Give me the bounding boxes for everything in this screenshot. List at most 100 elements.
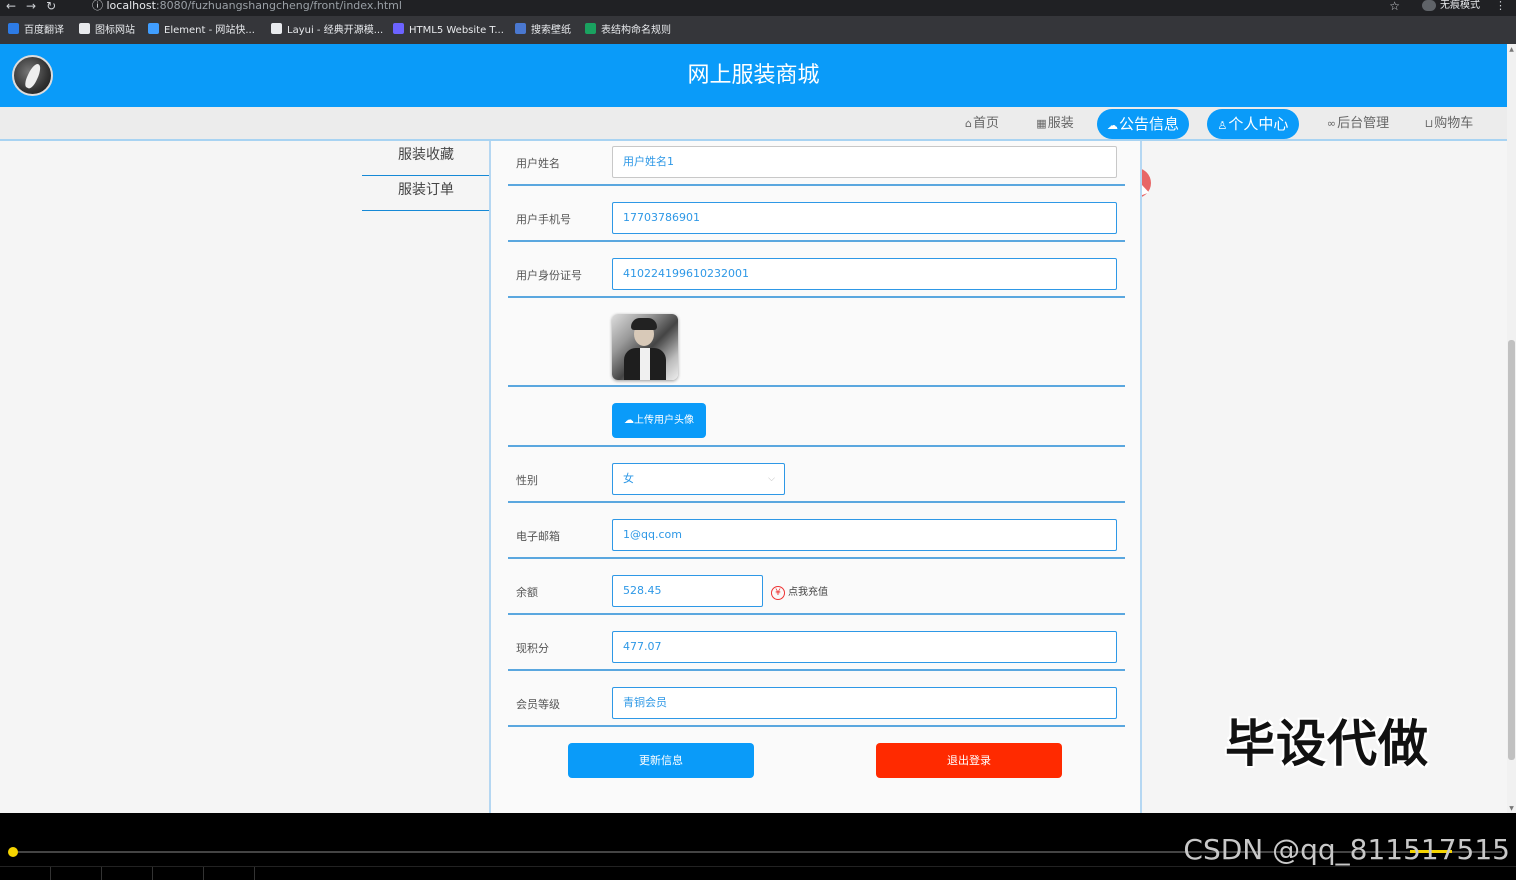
incognito-icon	[1422, 0, 1436, 11]
browser-menu-icon[interactable]: ⋮	[1495, 0, 1506, 11]
upload-avatar-label: 上传用户头像	[634, 415, 694, 426]
nav-home-label: 首页	[972, 116, 999, 131]
bookmark-item[interactable]: 表结构命名规则	[585, 23, 671, 37]
avatar-hair	[631, 318, 657, 330]
page-viewport: 网上服装商城 ⌂首页 ▦服装 ☁公告信息 ♙个人中心 ∞后台管理 ⊔购物车 服装…	[0, 44, 1507, 813]
bookmark-label: Element - 网站快...	[164, 25, 255, 36]
bookmark-icon	[393, 23, 404, 34]
bookmark-item[interactable]: HTML5 Website T...	[393, 23, 504, 37]
form-row-points: 现积分 477.07	[508, 615, 1125, 671]
incognito-badge[interactable]: 无痕模式	[1422, 0, 1480, 11]
nav-clothes-label: 服装	[1047, 116, 1074, 131]
bookmark-label: 图标网站	[95, 25, 135, 36]
chevron-down-icon: ⌵	[768, 474, 775, 484]
upload-avatar-button[interactable]: ☁上传用户头像	[612, 403, 706, 438]
scroll-up-icon[interactable]: ▲	[1508, 46, 1515, 53]
nav-announcements-label: 公告信息	[1118, 115, 1179, 133]
user-icon: ♙	[1217, 119, 1228, 132]
email-label: 电子邮箱	[516, 530, 560, 543]
side-menu-orders[interactable]: 服装订单	[362, 176, 490, 211]
form-row-level: 会员等级 青铜会员	[508, 671, 1125, 727]
form-row-balance: 余额 528.45 ¥ 点我充值	[508, 559, 1125, 615]
browser-address-bar: ←→↻ ⓘ localhost:8080/fuzhuangshangcheng/…	[0, 0, 1516, 16]
bookmark-icon	[148, 23, 159, 34]
points-label: 现积分	[516, 642, 549, 655]
incognito-label: 无痕模式	[1440, 0, 1480, 11]
balance-label: 余额	[516, 586, 538, 599]
bookmark-icon	[515, 23, 526, 34]
link-icon: ∞	[1326, 117, 1337, 130]
page-scrollbar[interactable]: ▲ ▼	[1507, 44, 1516, 813]
bookmark-label: Layui - 经典开源模...	[287, 25, 384, 36]
recharge-link[interactable]: ¥ 点我充值	[771, 583, 828, 600]
bookmark-icon	[585, 23, 596, 34]
bookmark-label: 搜索壁纸	[531, 25, 571, 36]
site-header: 网上服装商城	[0, 44, 1507, 107]
bookmark-label: HTML5 Website T...	[409, 25, 504, 36]
bookmark-icon	[271, 23, 282, 34]
gender-select[interactable]: 女 ⌵	[612, 463, 785, 495]
email-field[interactable]: 1@qq.com	[612, 519, 1117, 551]
bookmark-item[interactable]: 百度翻译	[8, 23, 64, 37]
bookmark-item[interactable]: 图标网站	[79, 23, 135, 37]
form-row-phone: 用户手机号 17703786901	[508, 186, 1125, 242]
profile-form: 用户姓名 用户姓名1 用户手机号 17703786901 用户身份证号 4102…	[489, 141, 1142, 813]
site-title: 网上服装商城	[687, 63, 820, 88]
nav-admin-label: 后台管理	[1337, 116, 1390, 131]
csdn-watermark: CSDN @qq_811517515	[1183, 833, 1510, 866]
clothes-icon: ▦	[1036, 117, 1047, 130]
bookmark-star-icon[interactable]: ☆	[1389, 0, 1400, 12]
cart-icon: ⊔	[1424, 117, 1434, 130]
bookmark-item[interactable]: Element - 网站快...	[148, 23, 255, 37]
nav-clothes[interactable]: ▦服装	[1031, 109, 1079, 139]
logout-button[interactable]: 退出登录	[876, 743, 1062, 778]
side-menu: 服装收藏 服装订单	[362, 141, 490, 211]
video-progress-knob[interactable]	[8, 847, 18, 857]
yen-icon: ¥	[771, 586, 785, 600]
nav-personal-center-label: 个人中心	[1228, 115, 1289, 133]
announcement-icon: ☁	[1106, 119, 1118, 132]
strip-divider	[101, 867, 102, 880]
side-menu-favorites[interactable]: 服装收藏	[362, 141, 490, 176]
form-row-avatar	[508, 298, 1125, 387]
bookmark-label: 百度翻译	[24, 25, 64, 36]
idcard-label: 用户身份证号	[516, 269, 582, 282]
balance-field[interactable]: 528.45	[612, 575, 763, 607]
nav-admin[interactable]: ∞后台管理	[1320, 109, 1396, 139]
scroll-down-icon[interactable]: ▼	[1508, 805, 1515, 812]
username-field[interactable]: 用户姓名1	[612, 146, 1117, 178]
update-info-button[interactable]: 更新信息	[568, 743, 754, 778]
idcard-field[interactable]: 410224199610232001	[612, 258, 1117, 290]
bookmark-icon	[79, 23, 90, 34]
nav-cart[interactable]: ⊔购物车	[1418, 109, 1480, 139]
avatar-shirt	[640, 348, 650, 380]
bookmarks-bar: 百度翻译 图标网站 Element - 网站快... Layui - 经典开源模…	[0, 16, 1516, 44]
browser-nav-icons[interactable]: ←→↻	[6, 0, 66, 12]
strip-divider	[152, 867, 153, 880]
url-field[interactable]: ⓘ localhost:8080/fuzhuangshangcheng/fron…	[92, 0, 402, 11]
bookmark-icon	[8, 23, 19, 34]
gender-value: 女	[623, 472, 634, 485]
bookmark-item[interactable]: 搜索壁纸	[515, 23, 571, 37]
nav-home[interactable]: ⌂首页	[957, 109, 1007, 139]
form-row-idcard: 用户身份证号 410224199610232001	[508, 242, 1125, 298]
form-row-gender: 性别 女 ⌵	[508, 447, 1125, 503]
url-path: :8080/fuzhuangshangcheng/front/index.htm…	[155, 0, 402, 12]
form-row-email: 电子邮箱 1@qq.com	[508, 503, 1125, 559]
username-label: 用户姓名	[516, 157, 560, 170]
phone-field[interactable]: 17703786901	[612, 202, 1117, 234]
form-row-upload: ☁上传用户头像	[508, 387, 1125, 447]
url-host: localhost	[106, 0, 156, 12]
gender-label: 性别	[516, 474, 538, 487]
main-nav: ⌂首页 ▦服装 ☁公告信息 ♙个人中心 ∞后台管理 ⊔购物车	[0, 107, 1507, 198]
strip-divider	[203, 867, 204, 880]
scrollbar-thumb[interactable]	[1508, 340, 1515, 760]
bookmark-item[interactable]: Layui - 经典开源模...	[271, 23, 383, 37]
level-field[interactable]: 青铜会员	[612, 687, 1117, 719]
nav-personal-center[interactable]: ♙个人中心	[1207, 109, 1299, 139]
level-label: 会员等级	[516, 698, 560, 711]
nav-announcements[interactable]: ☁公告信息	[1097, 109, 1189, 139]
video-thumbnail-strip	[0, 866, 1516, 880]
points-field[interactable]: 477.07	[612, 631, 1117, 663]
user-avatar	[612, 314, 678, 380]
